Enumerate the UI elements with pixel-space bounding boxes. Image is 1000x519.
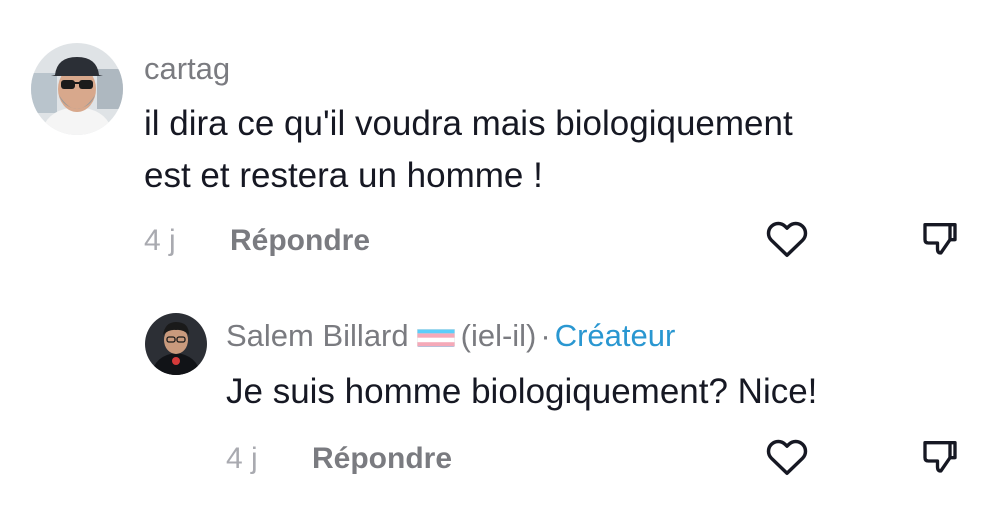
thumbs-down-icon — [920, 436, 960, 481]
reply-button[interactable]: Répondre — [230, 226, 370, 256]
separator: · — [540, 318, 551, 353]
comment-text-line: est et restera un homme ! — [144, 156, 543, 195]
like-button[interactable] — [763, 434, 811, 482]
dislike-button[interactable] — [916, 216, 964, 264]
comment-timestamp: 4 j — [144, 224, 176, 257]
pronouns: (iel-il) — [460, 318, 537, 353]
heart-icon — [765, 436, 809, 481]
reply-header: Salem Billard (iel-il) · Créateur — [226, 320, 675, 351]
dislike-button[interactable] — [916, 434, 964, 482]
like-button[interactable] — [763, 216, 811, 264]
avatar[interactable] — [31, 43, 123, 135]
reply-button[interactable]: Répondre — [312, 444, 452, 474]
comment-text-line: il dira ce qu'il voudra mais biologiquem… — [144, 104, 793, 143]
comment-username[interactable]: cartag — [144, 53, 230, 84]
thumbs-down-icon — [920, 218, 960, 263]
transgender-flag-icon — [416, 325, 455, 347]
avatar[interactable] — [145, 313, 207, 375]
comment-timestamp: 4 j — [226, 442, 258, 475]
comment-text: Je suis homme biologiquement? Nice! — [226, 372, 818, 411]
heart-icon — [765, 218, 809, 263]
creator-badge: Créateur — [554, 318, 676, 353]
comment-username[interactable]: Salem Billard — [226, 318, 409, 353]
